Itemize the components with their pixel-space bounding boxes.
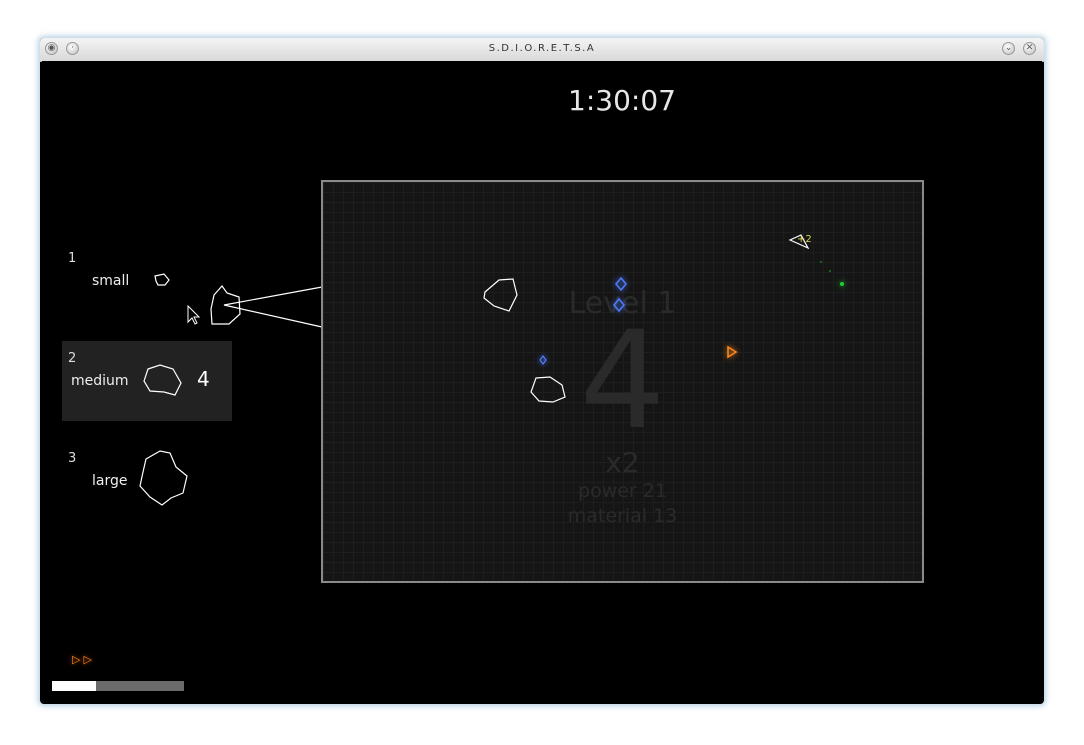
green-trail-dot bbox=[840, 282, 844, 286]
mouse-cursor-icon bbox=[187, 304, 201, 325]
orange-powerup-icon bbox=[727, 345, 738, 359]
game-window: ◉ · S.D.I.O.R.E.T.S.A ⌄ ✕ 1:30:07 1 smal… bbox=[40, 38, 1044, 704]
blue-gem-3 bbox=[539, 355, 547, 365]
large-asteroid-icon bbox=[139, 450, 188, 506]
green-trail-dot-small-1 bbox=[829, 270, 831, 272]
title-bar: ◉ · S.D.I.O.R.E.T.S.A ⌄ ✕ bbox=[40, 38, 1044, 62]
blue-gem-1 bbox=[615, 276, 627, 292]
window-title: S.D.I.O.R.E.T.S.A bbox=[488, 43, 596, 54]
fast-forward-icon[interactable]: ▷▷ bbox=[72, 653, 95, 666]
progress-bar bbox=[52, 681, 184, 691]
game-canvas[interactable]: 1:30:07 1 small 2 medium 4 3 large Level… bbox=[42, 61, 1042, 702]
placement-beam bbox=[223, 286, 323, 328]
ship-bonus-tag: +2 bbox=[797, 234, 812, 245]
small-asteroid-icon bbox=[154, 273, 170, 286]
green-trail-dot-small-2 bbox=[820, 261, 822, 263]
asteroid-1 bbox=[483, 278, 518, 312]
medium-asteroid-icon bbox=[143, 364, 182, 396]
progress-bar-fill bbox=[52, 681, 96, 691]
blue-gem-2 bbox=[613, 297, 625, 313]
playfield-objects: +2 bbox=[483, 234, 844, 403]
playfield[interactable]: Level 1 4 x2 power 21 material 13 +2 bbox=[321, 180, 924, 583]
minimize-icon[interactable]: ⌄ bbox=[1002, 42, 1015, 55]
asteroid-2 bbox=[530, 376, 566, 403]
close-icon[interactable]: ✕ bbox=[1023, 42, 1036, 55]
